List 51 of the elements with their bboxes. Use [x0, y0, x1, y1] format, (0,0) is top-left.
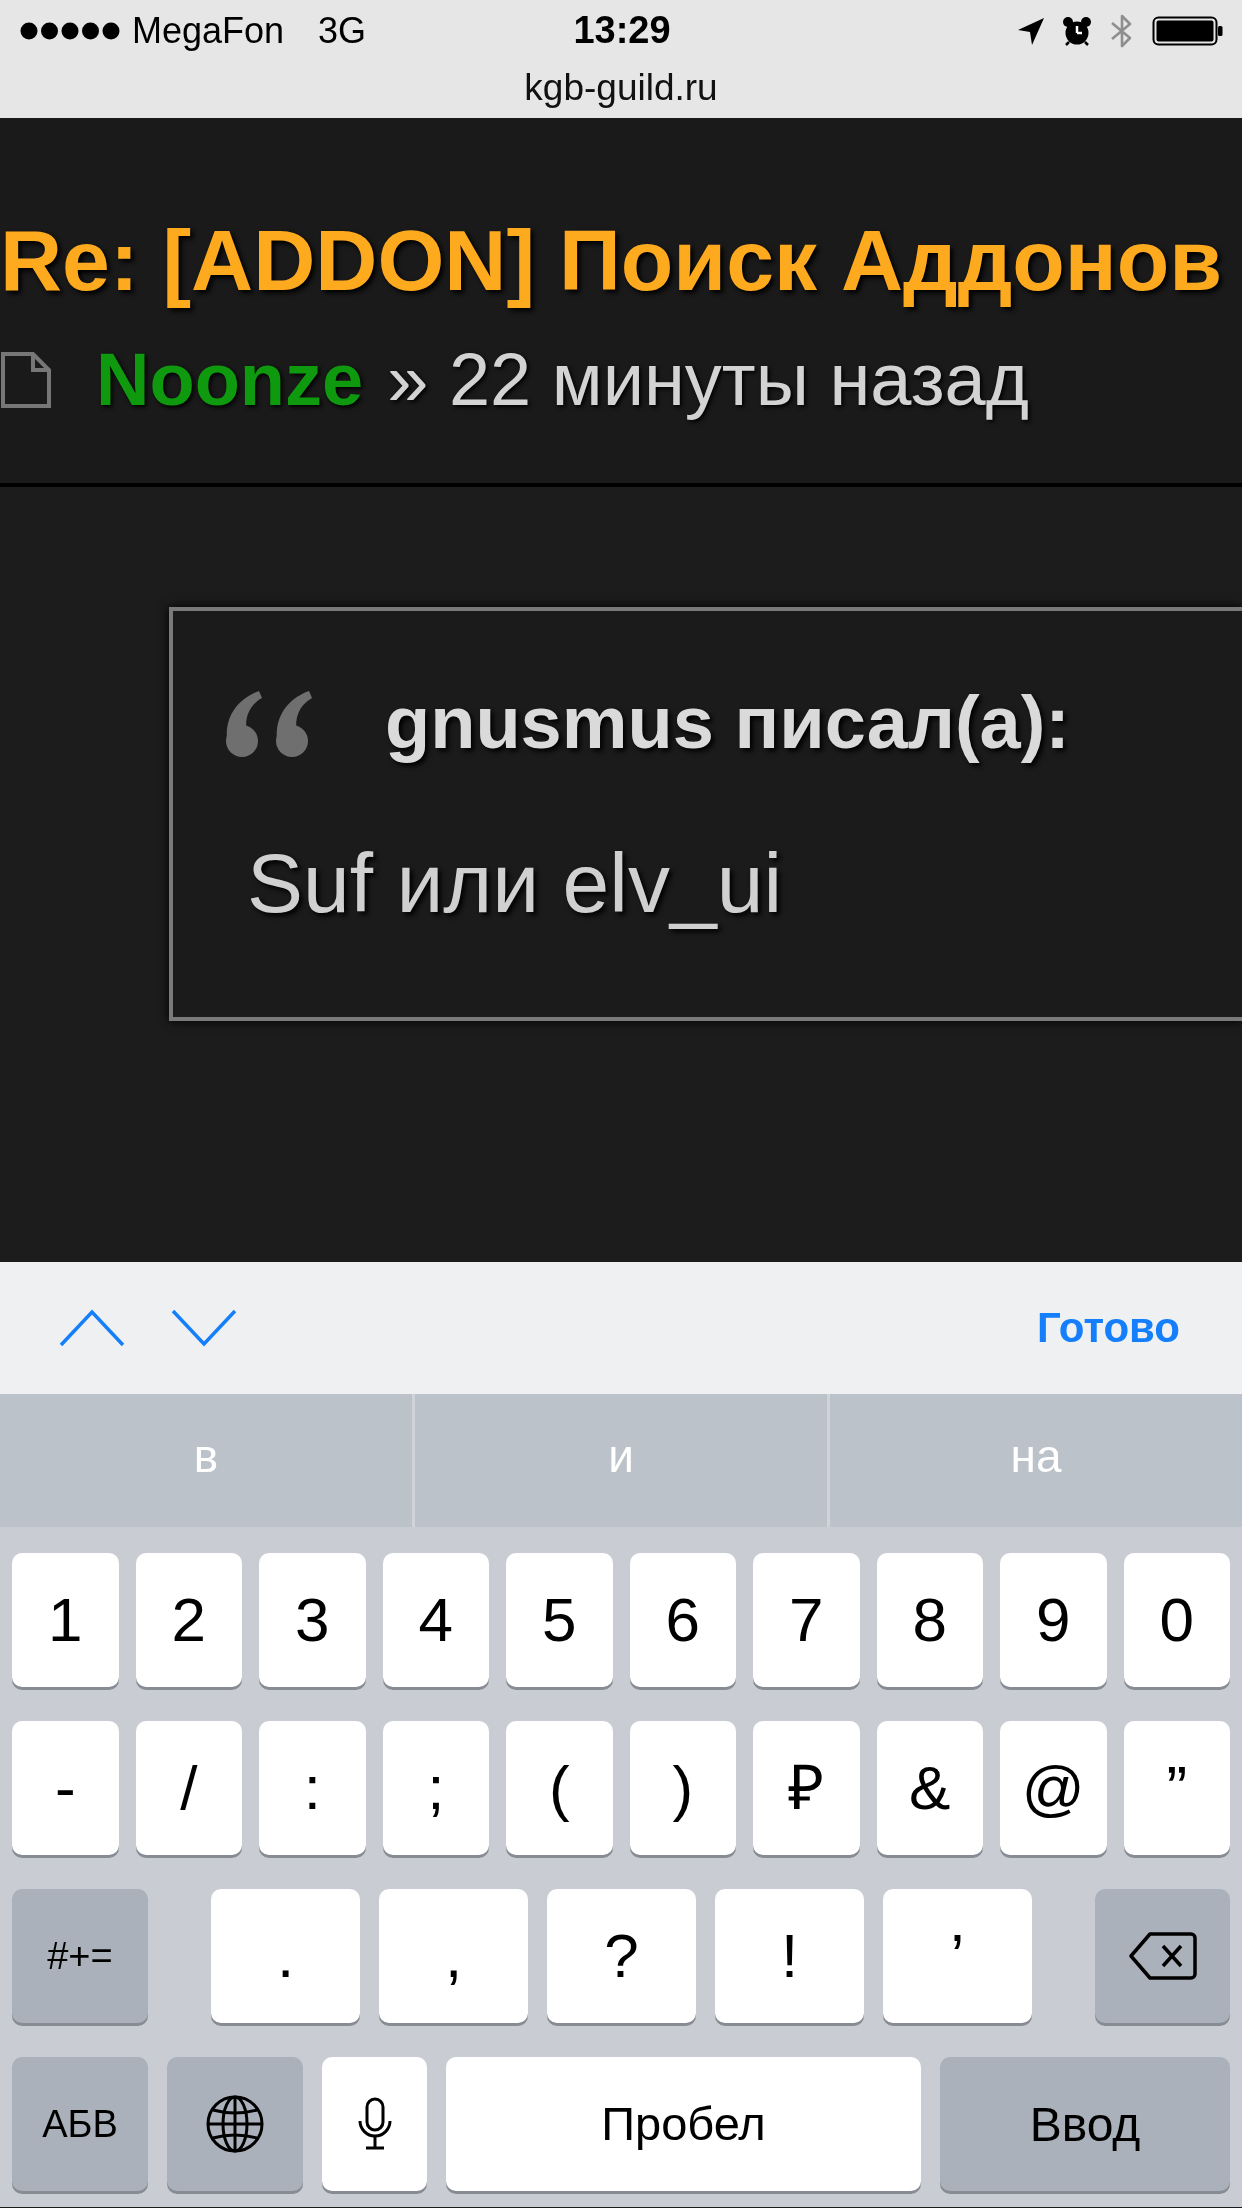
alarm-clock-icon [1062, 16, 1092, 46]
keyboard-key[interactable]: 9 [1000, 1553, 1107, 1688]
keyboard-key[interactable]: ( [506, 1721, 613, 1856]
keyboard-key[interactable]: 3 [259, 1553, 366, 1688]
signal-dots-icon [20, 22, 120, 40]
post-time: » 22 минуты назад [387, 336, 1029, 423]
microphone-icon [356, 2097, 393, 2152]
delete-key[interactable] [1095, 1889, 1230, 2024]
post-title: Re: [ADDON] Поиск Аддонов [0, 211, 1223, 310]
keyboard-key[interactable]: : [259, 1721, 366, 1856]
keyboard-key[interactable]: ) [629, 1721, 736, 1856]
keyboard-key[interactable]: 4 [382, 1553, 489, 1688]
keyboard-key[interactable]: / [135, 1721, 242, 1856]
keyboard-key[interactable]: @ [1000, 1721, 1107, 1856]
chevron-down-icon[interactable] [171, 1308, 237, 1349]
keyboard-key[interactable]: ₽ [753, 1721, 860, 1856]
space-key[interactable]: Пробел [446, 2057, 921, 2192]
keyboard-key[interactable]: 5 [506, 1553, 613, 1688]
quote-author: gnusmus писал(а): [385, 680, 1070, 767]
backspace-icon [1128, 1931, 1197, 1982]
battery-icon [1152, 16, 1224, 46]
language-key[interactable] [167, 2057, 303, 2192]
mode-switch-key[interactable]: АБВ [12, 2057, 148, 2192]
clock-time: 13:29 [573, 8, 671, 54]
keyboard-key[interactable]: ” [1123, 1721, 1230, 1856]
page-address[interactable]: kgb-guild.ru [524, 65, 718, 111]
keyboard-key[interactable]: 7 [753, 1553, 860, 1688]
keyboard-key[interactable]: ; [382, 1721, 489, 1856]
keyboard-key[interactable]: , [379, 1889, 528, 2024]
chevron-up-icon[interactable] [59, 1308, 125, 1349]
carrier-name: MegaFon [132, 9, 285, 53]
keyboard-key[interactable]: ’ [883, 1889, 1032, 2024]
location-arrow-icon [1017, 16, 1045, 46]
document-icon [0, 350, 52, 409]
mode-switch-key[interactable]: #+= [12, 1889, 148, 2024]
keyboard-key[interactable]: 0 [1123, 1553, 1230, 1688]
keyboard-key[interactable]: & [876, 1721, 983, 1856]
keyboard-key[interactable]: 2 [135, 1553, 242, 1688]
quote-text: Suf или elv_ui [247, 835, 783, 933]
keyboard-key[interactable]: ? [547, 1889, 696, 2024]
keyboard-key[interactable]: 1 [12, 1553, 119, 1688]
keyboard-key[interactable]: . [211, 1889, 360, 2024]
author-link[interactable]: Noonze [96, 335, 364, 425]
keyboard-key[interactable]: - [12, 1721, 119, 1856]
keyboard-key[interactable]: 6 [629, 1553, 736, 1688]
globe-icon [205, 2094, 265, 2155]
network-type: 3G [318, 9, 367, 53]
dictation-key[interactable] [322, 2057, 427, 2192]
keyboard-key[interactable]: ! [715, 1889, 864, 2024]
return-key[interactable]: Ввод [940, 2057, 1230, 2192]
keyboard-key[interactable]: 8 [876, 1553, 983, 1688]
